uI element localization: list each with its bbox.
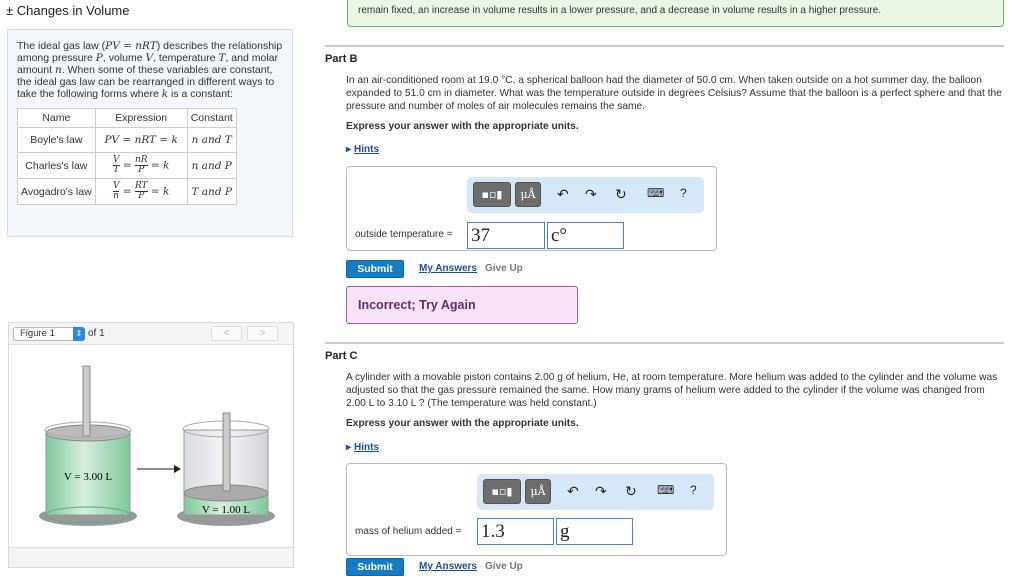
chevron-updown-icon: ⇕ bbox=[73, 327, 85, 341]
table-header-row: Name Expression Constant bbox=[17, 108, 237, 128]
section-title[interactable]: ± Changes in Volume bbox=[6, 3, 130, 18]
piston-illustration: V = 3.00 L V = 1.00 L bbox=[39, 365, 275, 526]
intro-text: The ideal gas law (PV = nRT) describes t… bbox=[17, 40, 283, 100]
law-name: Avogadro's law bbox=[17, 178, 96, 205]
value-input[interactable]: 1.3 bbox=[477, 518, 554, 545]
part-b-question: In an air-conditioned room at 19.0 °C, a… bbox=[346, 75, 1002, 112]
incorrect-feedback: Incorrect; Try Again bbox=[346, 286, 578, 324]
law-expression: PV = nRT = k bbox=[94, 127, 188, 153]
part-c-answer-box: ▪▫▮ μÅ ↶ ↷ ↻ ⌨ ? mass of helium added = … bbox=[346, 463, 727, 556]
figure-select[interactable]: Figure 1 ⇕ bbox=[13, 327, 85, 341]
gas-laws-table: Name Expression Constant Boyle's law PV = n… bbox=[17, 108, 237, 205]
keyboard-icon[interactable]: ⌨ bbox=[647, 186, 664, 200]
part-b-my-answers-link[interactable]: My Answers bbox=[419, 263, 477, 274]
part-c-my-answers-link[interactable]: My Answers bbox=[419, 561, 477, 572]
law-constant: T and P bbox=[186, 178, 237, 205]
reset-icon[interactable]: ↻ bbox=[615, 186, 627, 203]
unit-input[interactable]: c° bbox=[547, 222, 624, 249]
volume-label-left: V = 3.00 L bbox=[64, 471, 112, 483]
part-b-hints-link[interactable]: Hints bbox=[346, 144, 379, 155]
part-c-give-up-link[interactable]: Give Up bbox=[485, 561, 523, 572]
law-name: Boyle's law bbox=[17, 127, 96, 153]
law-name: Charles's law bbox=[17, 152, 96, 179]
divider bbox=[325, 45, 1004, 47]
law-expression: VT = nR P = k bbox=[94, 152, 188, 179]
figure-panel: Figure 1 ⇕ of 1 < > V = 3.00 L V = 1.00 L bbox=[8, 322, 294, 568]
table-row: Charles's law V T = nR P = kn and P bbox=[17, 152, 237, 179]
units-button[interactable]: μÅ bbox=[525, 479, 551, 504]
law-constant: n and T bbox=[186, 127, 237, 153]
math-toolbar: ▪▫▮ μÅ ↶ ↷ ↻ ⌨ ? bbox=[477, 474, 714, 510]
law-expression: Vn = RT P = k bbox=[94, 178, 188, 205]
figure-count: of 1 bbox=[88, 328, 105, 339]
col-name: Name bbox=[17, 108, 96, 128]
part-c-instructions: Express your answer with the appropriate… bbox=[346, 418, 579, 429]
next-figure-button[interactable]: > bbox=[247, 326, 278, 341]
redo-icon[interactable]: ↷ bbox=[585, 186, 597, 203]
col-expression: Expression bbox=[94, 108, 188, 128]
prev-figure-button[interactable]: < bbox=[211, 326, 242, 341]
law-constant: n and P bbox=[186, 152, 237, 179]
part-c-submit-button[interactable]: Submit bbox=[346, 558, 404, 576]
answer-label: outside temperature = bbox=[355, 229, 453, 240]
table-row: Avogadro's law Vn = RT P = kT and P bbox=[17, 178, 237, 205]
value-input[interactable]: 37 bbox=[467, 222, 545, 249]
template-button[interactable]: ▪▫▮ bbox=[473, 182, 511, 207]
arrow-icon bbox=[174, 465, 181, 473]
part-b-give-up-link[interactable]: Give Up bbox=[485, 263, 523, 274]
intro-panel: The ideal gas law (PV = nRT) describes t… bbox=[7, 29, 293, 237]
units-button[interactable]: μÅ bbox=[515, 182, 541, 207]
figure-header: Figure 1 ⇕ of 1 < > bbox=[9, 323, 293, 345]
keyboard-icon[interactable]: ⌨ bbox=[657, 483, 674, 497]
part-b-answer-box: ▪▫▮ μÅ ↶ ↷ ↻ ⌨ ? outside temperature = 3… bbox=[346, 166, 717, 251]
part-c-question: A cylinder with a movable piston contain… bbox=[346, 372, 998, 409]
reset-icon[interactable]: ↻ bbox=[625, 483, 637, 500]
divider bbox=[325, 342, 1004, 344]
help-icon[interactable]: ? bbox=[680, 186, 687, 200]
undo-icon[interactable]: ↶ bbox=[567, 483, 579, 500]
figure-footer bbox=[9, 547, 293, 567]
volume-label-right: V = 1.00 L bbox=[202, 504, 250, 516]
feedback-correct: remain fixed, an increase in volume resu… bbox=[347, 0, 1004, 27]
template-button[interactable]: ▪▫▮ bbox=[483, 479, 521, 504]
part-b-submit-button[interactable]: Submit bbox=[346, 260, 404, 278]
undo-icon[interactable]: ↶ bbox=[557, 186, 569, 203]
col-constant: Constant bbox=[186, 108, 237, 128]
part-c-title[interactable]: Part C bbox=[325, 350, 357, 362]
answer-label: mass of helium added = bbox=[355, 526, 462, 537]
help-icon[interactable]: ? bbox=[690, 483, 697, 497]
redo-icon[interactable]: ↷ bbox=[595, 483, 607, 500]
part-c-hints-link[interactable]: Hints bbox=[346, 442, 379, 453]
unit-input[interactable]: g bbox=[556, 518, 633, 545]
table-row: Boyle's law PV = nRT = kn and T bbox=[17, 127, 237, 153]
math-toolbar: ▪▫▮ μÅ ↶ ↷ ↻ ⌨ ? bbox=[467, 177, 704, 213]
part-b-instructions: Express your answer with the appropriate… bbox=[346, 121, 579, 132]
part-b-title[interactable]: Part B bbox=[325, 53, 357, 65]
